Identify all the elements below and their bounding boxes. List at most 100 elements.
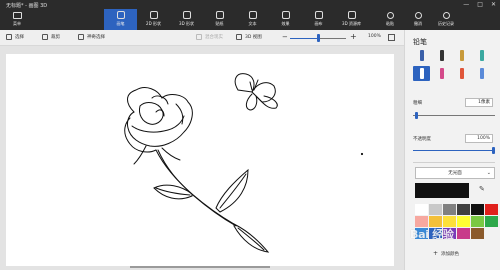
effects-icon	[281, 11, 290, 19]
tool-label: 贴纸	[215, 21, 224, 26]
mixed-reality-label: 混合现实	[205, 35, 223, 40]
pencil-brush-button[interactable]	[413, 66, 430, 81]
tool-2d-shapes[interactable]: 2D 形状	[137, 9, 170, 30]
color-swatch[interactable]	[415, 204, 428, 215]
color-swatch[interactable]	[485, 216, 498, 227]
zoom-slider-rest	[320, 38, 346, 39]
ribbon-right-tools: 粘贴 撤消 历史记录	[376, 9, 460, 30]
fit-to-screen-icon[interactable]	[388, 34, 395, 41]
zoom-slider-thumb[interactable]	[317, 34, 320, 42]
crop-label: 裁剪	[51, 35, 60, 40]
color-swatch[interactable]	[443, 204, 456, 215]
select-icon	[6, 34, 12, 40]
thickness-slider-track[interactable]	[413, 115, 495, 116]
opacity-slider-thumb[interactable]	[492, 147, 495, 154]
tool-label: 3D 资源库	[342, 21, 361, 26]
eraser-icon	[439, 68, 444, 79]
ribbon-tools: 画笔 2D 形状 3D 形状 贴纸 文本 效果 画布 3D 资源库	[104, 9, 368, 30]
zoom-out-button[interactable]: −	[282, 33, 288, 41]
tool-3d-library[interactable]: 3D 资源库	[335, 9, 368, 30]
tool-label: 效果	[281, 21, 290, 26]
folder-icon	[12, 12, 22, 19]
thickness-input[interactable]: 1像素	[465, 98, 493, 107]
plus-icon: +	[433, 250, 439, 257]
watercolor-icon	[479, 50, 484, 61]
opacity-input[interactable]: 100%	[465, 134, 493, 143]
opacity-slider-track[interactable]	[413, 150, 495, 151]
current-color-swatch[interactable]	[415, 183, 469, 198]
pixel-pen-brush-button[interactable]	[473, 66, 490, 81]
magic-select-icon	[78, 34, 84, 40]
menu-button[interactable]: 菜单	[6, 12, 28, 27]
finish-dropdown[interactable]: 无光面 ⌄	[415, 167, 495, 179]
select-label: 选择	[15, 35, 24, 40]
thickness-slider-thumb[interactable]	[414, 112, 418, 119]
close-button[interactable]: ✕	[491, 1, 496, 8]
history-icon	[442, 12, 450, 19]
chevron-down-icon: ⌄	[486, 170, 491, 176]
calligraphy-pen-brush-button[interactable]	[433, 48, 450, 63]
maximize-button[interactable]: □	[477, 1, 483, 8]
minimize-button[interactable]: —	[463, 1, 469, 8]
undo-button[interactable]: 撤消	[404, 9, 432, 30]
undo-icon	[414, 12, 422, 19]
color-swatch[interactable]	[429, 204, 442, 215]
tool-label: 撤消	[414, 21, 422, 26]
calligraphy-pen-icon	[439, 50, 444, 61]
drawing-canvas[interactable]	[6, 54, 394, 266]
select-button[interactable]: 选择	[6, 34, 24, 40]
add-color-button[interactable]: + 添加颜色	[433, 250, 459, 257]
watercolor-brush-button[interactable]	[473, 48, 490, 63]
tool-stickers[interactable]: 贴纸	[203, 9, 236, 30]
paste-button[interactable]: 粘贴	[376, 9, 404, 30]
brush-icon	[116, 11, 125, 19]
color-swatch[interactable]	[485, 204, 498, 215]
sticker-icon	[215, 11, 224, 19]
tool-canvas[interactable]: 画布	[302, 9, 335, 30]
crayon-brush-button[interactable]	[453, 66, 470, 81]
crop-button[interactable]: 裁剪	[42, 34, 60, 40]
paste-icon	[386, 12, 394, 19]
eraser-brush-button[interactable]	[433, 66, 450, 81]
view-3d-button[interactable]: 3D 视图	[236, 34, 262, 40]
panel-title: 铅笔	[413, 38, 427, 46]
tool-effects[interactable]: 效果	[269, 9, 302, 30]
tool-label: 画笔	[116, 21, 125, 26]
pixel-pen-icon	[479, 68, 484, 79]
window-title: 无标题* - 画图 3D	[6, 3, 48, 9]
tool-label: 历史记录	[438, 21, 454, 26]
color-swatch[interactable]	[471, 228, 484, 239]
tool-3d-shapes[interactable]: 3D 形状	[170, 9, 203, 30]
pencil-icon	[419, 68, 424, 79]
tool-label: 画布	[314, 21, 323, 26]
tool-text[interactable]: 文本	[236, 9, 269, 30]
marker-brush-button[interactable]	[413, 48, 430, 63]
tool-brushes[interactable]: 画笔	[104, 9, 137, 30]
menu-label: 菜单	[13, 21, 21, 26]
color-swatch[interactable]	[457, 228, 470, 239]
color-swatch[interactable]	[485, 228, 498, 239]
panel-divider	[413, 162, 495, 163]
mixed-reality-button[interactable]: 混合现实	[196, 34, 223, 40]
view-3d-label: 3D 视图	[245, 35, 262, 40]
tool-label: 文本	[248, 21, 257, 26]
library-icon	[347, 11, 356, 19]
opacity-label: 不透明度	[413, 137, 431, 142]
oil-brush-icon	[459, 50, 464, 61]
rose-drawing	[124, 73, 364, 253]
color-swatch[interactable]	[457, 216, 470, 227]
brush-grid	[413, 48, 495, 81]
tool-label: 3D 形状	[179, 21, 194, 26]
zoom-in-button[interactable]: +	[350, 32, 357, 41]
oil-brush-brush-button[interactable]	[453, 48, 470, 63]
horizontal-scrollbar[interactable]	[130, 266, 270, 268]
color-swatch[interactable]	[471, 204, 484, 215]
window-controls: — □ ✕	[463, 1, 496, 8]
history-button[interactable]: 历史记录	[432, 9, 460, 30]
magic-select-button[interactable]: 神奇选择	[78, 34, 105, 40]
eyedropper-icon[interactable]: ✎	[479, 185, 485, 193]
crayon-icon	[459, 68, 464, 79]
color-swatch[interactable]	[457, 204, 470, 215]
color-swatch[interactable]	[471, 216, 484, 227]
zoom-value: 100%	[368, 34, 381, 39]
